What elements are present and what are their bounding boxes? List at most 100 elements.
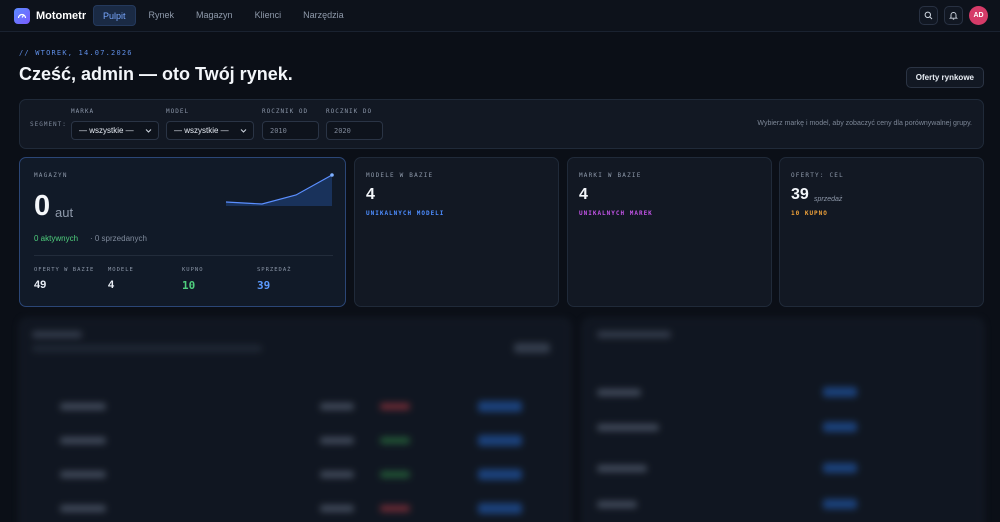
brands-tag: UNIKALNYCH MAREK [579,210,653,217]
year-from-label: ROCZNIK OD [262,108,309,115]
model-label: MODEL [166,108,190,115]
blur-bar [320,471,354,478]
inventory-sparkline [225,173,334,206]
blur-bar [380,437,410,444]
stat-sell: SPRZEDAŻ 39 [257,267,292,292]
inventory-active: 0 aktywnych [34,234,79,243]
blur-bar [32,331,82,338]
stat-value: 49 [34,279,47,291]
blur-bar [597,424,659,431]
stat-value: 4 [108,279,115,291]
models-tag: UNIKALNYCH MODELI [366,210,445,217]
blurred-panel-left [19,318,571,522]
year-to-input[interactable]: 2020 [326,121,383,140]
model-value: — wszystkie — [174,126,229,135]
stat-models: MODELE 4 [108,267,134,291]
chevron-down-icon [145,129,152,133]
inventory-card[interactable]: MAGAZYN 0 aut 0 aktywnych · 0 sprzedanyc… [19,157,346,307]
inventory-label: MAGAZYN [34,172,68,179]
offers-target-card[interactable]: OFERTY: CEL 39 sprzedaż 10 KUPNO [779,157,984,307]
search-button[interactable] [919,6,938,25]
stat-label: KUPNO [182,267,204,273]
blur-bar [380,403,410,410]
make-select[interactable]: — wszystkie — [71,121,159,140]
stat-value: 39 [257,279,271,292]
blur-bar [32,345,262,352]
blur-bar [823,422,857,432]
brand[interactable]: Motometr [14,8,86,24]
offers-tag: 10 KUPNO [791,210,828,217]
blur-bar [320,505,354,512]
inventory-count: 0 [34,190,51,222]
model-field: MODEL — wszystkie — [166,108,254,140]
blur-bar [514,343,550,353]
stat-label: MODELE [108,267,134,273]
blur-bar [597,389,641,396]
stat-label: OFERTY W BAZIE [34,267,95,273]
avatar[interactable]: AD [969,6,988,25]
blur-bar [823,463,857,473]
date-line: // WTOREK, 14.07.2026 [19,49,133,57]
blur-bar [597,501,637,508]
year-from-input[interactable]: 2010 [262,121,319,140]
nav-item-rynek[interactable]: Rynek [140,5,184,26]
make-field: MARKA — wszystkie — [71,108,159,140]
stat-value: 10 [182,279,196,292]
blur-bar [380,505,410,512]
main-nav: Pulpit Rynek Magazyn Klienci Narzędzia [93,5,353,26]
stat-label: SPRZEDAŻ [257,267,292,273]
stat-offers-in-db: OFERTY W BAZIE 49 [34,267,94,291]
year-to-field: ROCZNIK DO 2020 [326,108,383,140]
blurred-placeholder [0,312,1000,522]
blur-bar [597,465,647,472]
speedometer-icon [14,8,30,24]
blur-bar [60,437,106,444]
offers-suffix: sprzedaż [814,196,843,203]
brands-label: MARKI W BAZIE [579,172,642,179]
models-count: 4 [366,186,375,203]
brands-count: 4 [579,186,588,203]
segment-hint: Wybierz markę i model, aby zobaczyć ceny… [757,120,972,127]
divider [34,255,333,256]
nav-item-klienci[interactable]: Klienci [246,5,291,26]
page-title: Cześć, admin — oto Twój rynek. [19,64,293,84]
blur-bar [60,471,106,478]
search-icon [924,11,933,20]
make-label: MARKA [71,108,95,115]
blur-bar [380,471,410,478]
nav-item-magazyn[interactable]: Magazyn [187,5,242,26]
nav-item-narzedzia[interactable]: Narzędzia [294,5,353,26]
blurred-content-area [0,312,1000,522]
blur-bar [60,403,106,410]
brands-card[interactable]: MARKI W BAZIE 4 UNIKALNYCH MAREK [567,157,772,307]
blur-bar [823,499,857,509]
model-select[interactable]: — wszystkie — [166,121,254,140]
blur-bar [478,503,522,514]
chevron-down-icon [240,129,247,133]
offers-count: 39 [791,186,809,203]
blur-bar [478,401,522,412]
blur-bar [597,331,671,338]
segment-filter: SEGMENT: MARKA — wszystkie — MODEL — wsz… [19,99,984,149]
year-from-field: ROCZNIK OD 2010 [262,108,319,140]
stat-buy: KUPNO 10 [182,267,204,292]
brand-name: Motometr [36,10,87,22]
top-navbar: Motometr Pulpit Rynek Magazyn Klienci Na… [0,0,1000,32]
inventory-unit: aut [55,205,74,220]
make-value: — wszystkie — [79,126,134,135]
models-label: MODELE W BAZIE [366,172,434,179]
year-to-label: ROCZNIK DO [326,108,373,115]
inventory-sold: · 0 sprzedanych [90,234,147,243]
segment-label: SEGMENT: [30,121,67,128]
blurred-panel-right [582,318,984,522]
market-offers-button[interactable]: Oferty rynkowe [905,67,984,88]
nav-item-pulpit[interactable]: Pulpit [93,5,136,26]
offers-label: OFERTY: CEL [791,172,844,179]
blur-bar [823,387,857,397]
blur-bar [478,435,522,446]
bell-icon [949,12,958,20]
blur-bar [320,403,354,410]
models-card[interactable]: MODELE W BAZIE 4 UNIKALNYCH MODELI [354,157,559,307]
notifications-button[interactable] [944,6,963,25]
top-actions: AD [919,6,988,25]
